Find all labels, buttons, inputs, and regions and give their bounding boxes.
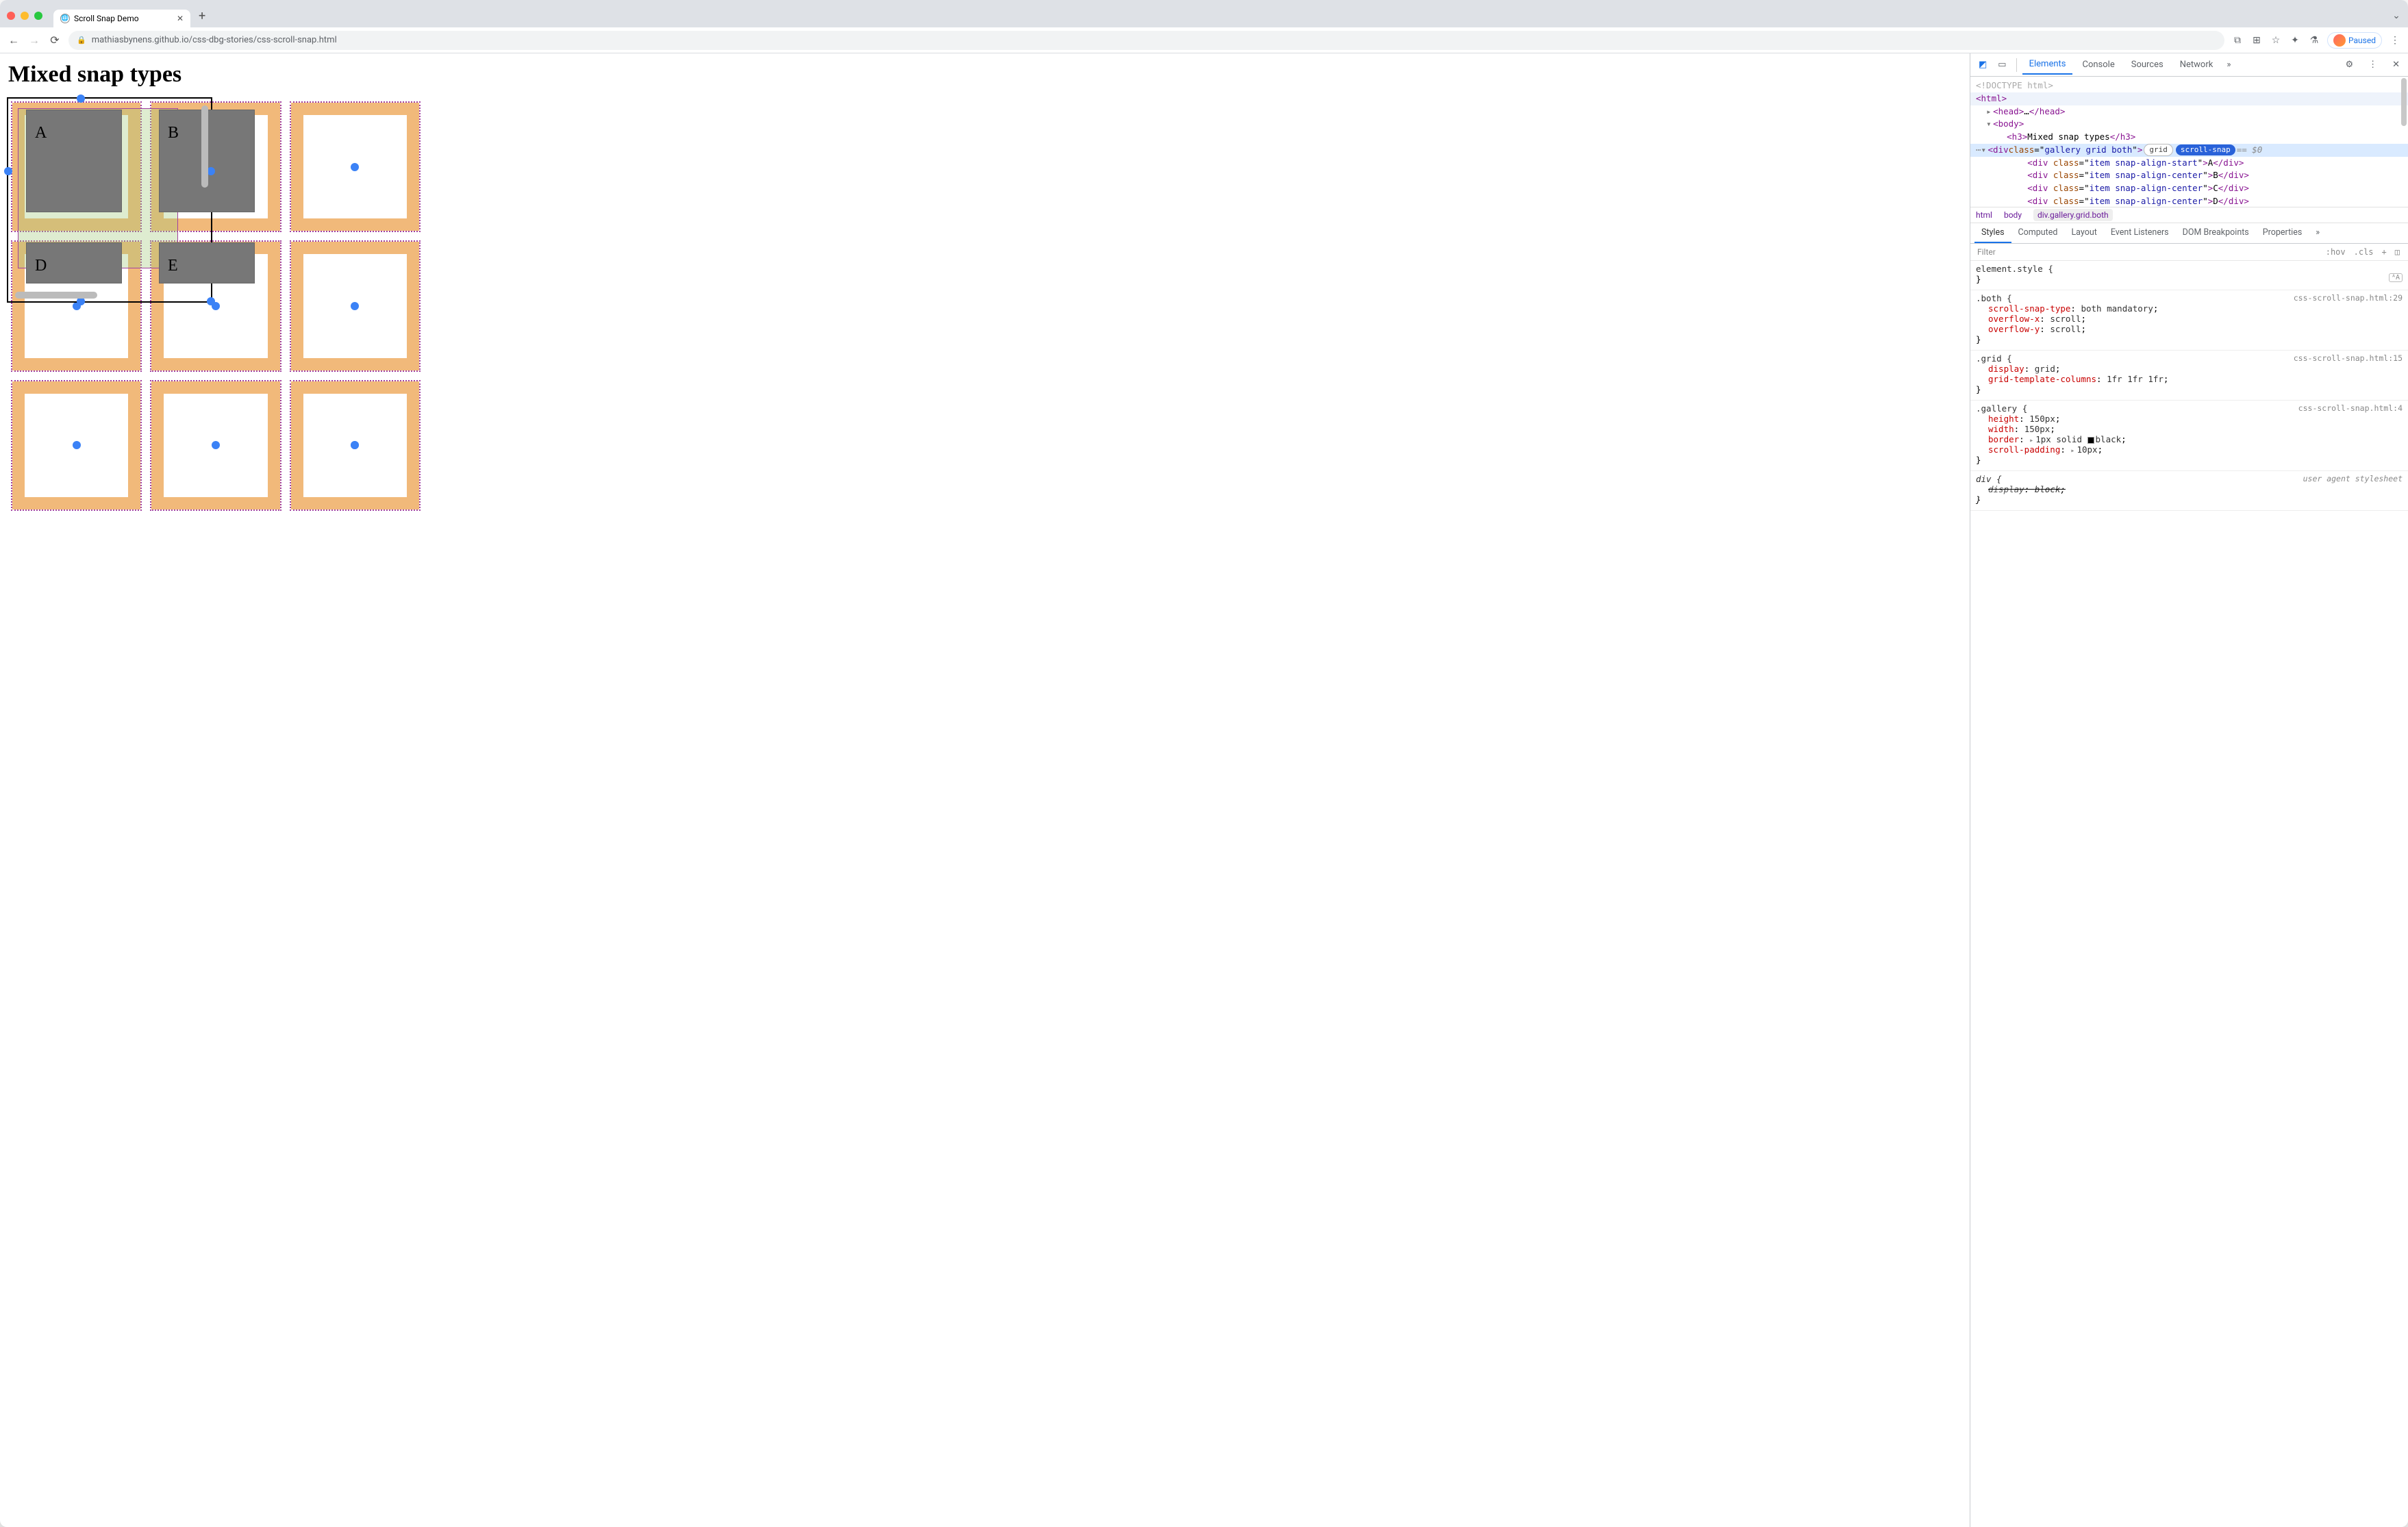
- subtab-properties[interactable]: Properties: [2256, 223, 2309, 243]
- lock-icon: 🔒: [77, 36, 86, 45]
- globe-icon: 🌐: [60, 14, 70, 23]
- reload-button[interactable]: ⟳: [48, 34, 62, 47]
- snap-cell: [290, 240, 421, 371]
- rule-selector: element.style {: [1976, 264, 2053, 274]
- item-label: D: [35, 257, 47, 269]
- snap-point-icon: [207, 297, 215, 305]
- snap-cell: [150, 380, 281, 511]
- tab-strip: 🌐 Scroll Snap Demo ✕ + ⌄: [0, 0, 2408, 27]
- gallery-overlay-wrap: A B D E: [7, 97, 445, 535]
- address-bar[interactable]: 🔒 mathiasbynens.github.io/css-dbg-storie…: [68, 31, 2224, 50]
- rule-selector: .both {: [1976, 293, 2012, 303]
- doctype: <!DOCTYPE html>: [1976, 80, 2053, 90]
- rule-selector: .gallery {: [1976, 403, 2027, 414]
- devices-icon[interactable]: ⧉: [2231, 35, 2244, 46]
- tab-network[interactable]: Network: [2173, 55, 2220, 74]
- grid-badge[interactable]: grid: [2144, 144, 2173, 157]
- snap-point-icon: [351, 163, 359, 171]
- labs-icon[interactable]: ⚗: [2308, 35, 2320, 46]
- styles-filter-input[interactable]: Filter: [1974, 245, 2322, 259]
- breadcrumb[interactable]: html body div.gallery.grid.both: [1970, 207, 2408, 223]
- add-rule-button[interactable]: +: [2378, 246, 2391, 258]
- rule-selector: div {: [1976, 474, 2002, 484]
- device-toggle-icon[interactable]: ▭: [1994, 60, 2010, 70]
- tab-sources[interactable]: Sources: [2124, 55, 2170, 74]
- browser-tab[interactable]: 🌐 Scroll Snap Demo ✕: [53, 10, 190, 27]
- forward-button[interactable]: →: [27, 34, 41, 47]
- font-size-icon[interactable]: ᴬA: [2389, 273, 2403, 282]
- gallery-item: A: [26, 110, 122, 212]
- qr-icon[interactable]: ⊞: [2250, 35, 2263, 46]
- profile-label: Paused: [2348, 36, 2376, 45]
- scroll-container[interactable]: A B D E: [7, 97, 212, 303]
- kebab-icon[interactable]: ⋮: [2364, 60, 2381, 70]
- content-area: Mixed snap types A B D: [0, 53, 2408, 1527]
- item-label: A: [35, 124, 47, 198]
- scrollbar-vertical[interactable]: [201, 105, 208, 274]
- dom-tree[interactable]: <!DOCTYPE html> <html> ▸<head>…</head> ▾…: [1970, 77, 2408, 207]
- gear-icon[interactable]: ⚙: [2341, 60, 2357, 70]
- close-tab-icon[interactable]: ✕: [177, 14, 184, 23]
- devtools-tabs: ◩ ▭ Elements Console Sources Network » ⚙…: [1970, 53, 2408, 77]
- gallery-item: D: [26, 242, 122, 283]
- hov-button[interactable]: :hov: [2322, 246, 2350, 258]
- back-button[interactable]: ←: [7, 34, 21, 47]
- window-controls: [7, 12, 42, 20]
- browser-window: 🌐 Scroll Snap Demo ✕ + ⌄ ← → ⟳ 🔒 mathias…: [0, 0, 2408, 1527]
- page-viewport: Mixed snap types A B D: [0, 53, 1970, 1527]
- url-text: mathiasbynens.github.io/css-dbg-stories/…: [92, 35, 337, 45]
- snap-point-icon: [4, 167, 12, 175]
- rule-source-link[interactable]: css-scroll-snap.html:4: [2298, 403, 2403, 413]
- chevron-down-icon[interactable]: ⌄: [2390, 10, 2403, 21]
- crumb-html[interactable]: html: [1976, 210, 1992, 220]
- minimize-icon[interactable]: [21, 12, 29, 20]
- subtab-layout[interactable]: Layout: [2064, 223, 2103, 243]
- color-swatch-icon[interactable]: [2087, 437, 2094, 444]
- tab-console[interactable]: Console: [2075, 55, 2121, 74]
- subtab-computed[interactable]: Computed: [2011, 223, 2065, 243]
- close-icon[interactable]: ✕: [2388, 60, 2404, 70]
- subtab-event-listeners[interactable]: Event Listeners: [2104, 223, 2176, 243]
- new-tab-button[interactable]: +: [195, 9, 210, 23]
- avatar-icon: [2333, 34, 2346, 47]
- devtools-panel: ◩ ▭ Elements Console Sources Network » ⚙…: [1970, 53, 2408, 1527]
- crumb-selected[interactable]: div.gallery.grid.both: [2033, 209, 2113, 221]
- tab-title: Scroll Snap Demo: [74, 14, 139, 23]
- rule-source-link: user agent stylesheet: [2303, 474, 2403, 483]
- styles-subtabs: Styles Computed Layout Event Listeners D…: [1970, 223, 2408, 244]
- snap-cell: [11, 380, 142, 511]
- page-title: Mixed snap types: [8, 62, 1961, 88]
- rule-source-link[interactable]: css-scroll-snap.html:15: [2294, 353, 2403, 363]
- snap-point-icon: [77, 94, 85, 103]
- menu-icon[interactable]: ⋮: [2389, 35, 2401, 46]
- maximize-icon[interactable]: [34, 12, 42, 20]
- styles-pane[interactable]: ᴬA element.style {} css-scroll-snap.html…: [1970, 261, 2408, 1527]
- crumb-body[interactable]: body: [2004, 210, 2022, 220]
- more-subtabs-icon[interactable]: »: [2309, 223, 2327, 243]
- subtab-styles[interactable]: Styles: [1974, 223, 2011, 243]
- snap-cell: [290, 380, 421, 511]
- devtools-scrollbar[interactable]: [2401, 78, 2407, 1524]
- snap-point-icon: [73, 441, 81, 449]
- more-tabs-icon[interactable]: »: [2222, 60, 2235, 70]
- subtab-dom-breakpoints[interactable]: DOM Breakpoints: [2176, 223, 2256, 243]
- dom-text: Mixed snap types: [2027, 131, 2109, 142]
- profile-chip[interactable]: Paused: [2327, 32, 2382, 49]
- item-label: B: [168, 124, 179, 198]
- styles-toolbar: Filter :hov .cls + ◫: [1970, 244, 2408, 261]
- extensions-icon[interactable]: ✦: [2289, 35, 2301, 46]
- selected-dom-node[interactable]: ⋯ ▾<div class="gallery grid both"> grids…: [1970, 144, 2408, 157]
- close-icon[interactable]: [7, 12, 15, 20]
- tab-elements[interactable]: Elements: [2022, 55, 2073, 75]
- browser-toolbar: ← → ⟳ 🔒 mathiasbynens.github.io/css-dbg-…: [0, 27, 2408, 53]
- rule-source-link[interactable]: css-scroll-snap.html:29: [2294, 293, 2403, 303]
- scrollbar-horizontal[interactable]: [15, 292, 184, 299]
- rule-selector: .grid {: [1976, 353, 2012, 364]
- cls-button[interactable]: .cls: [2350, 246, 2378, 258]
- snap-cell: [290, 101, 421, 232]
- scroll-snap-badge[interactable]: scroll-snap: [2176, 144, 2235, 156]
- item-label: E: [168, 257, 178, 269]
- inspect-icon[interactable]: ◩: [1974, 60, 1991, 70]
- star-icon[interactable]: ☆: [2270, 35, 2282, 46]
